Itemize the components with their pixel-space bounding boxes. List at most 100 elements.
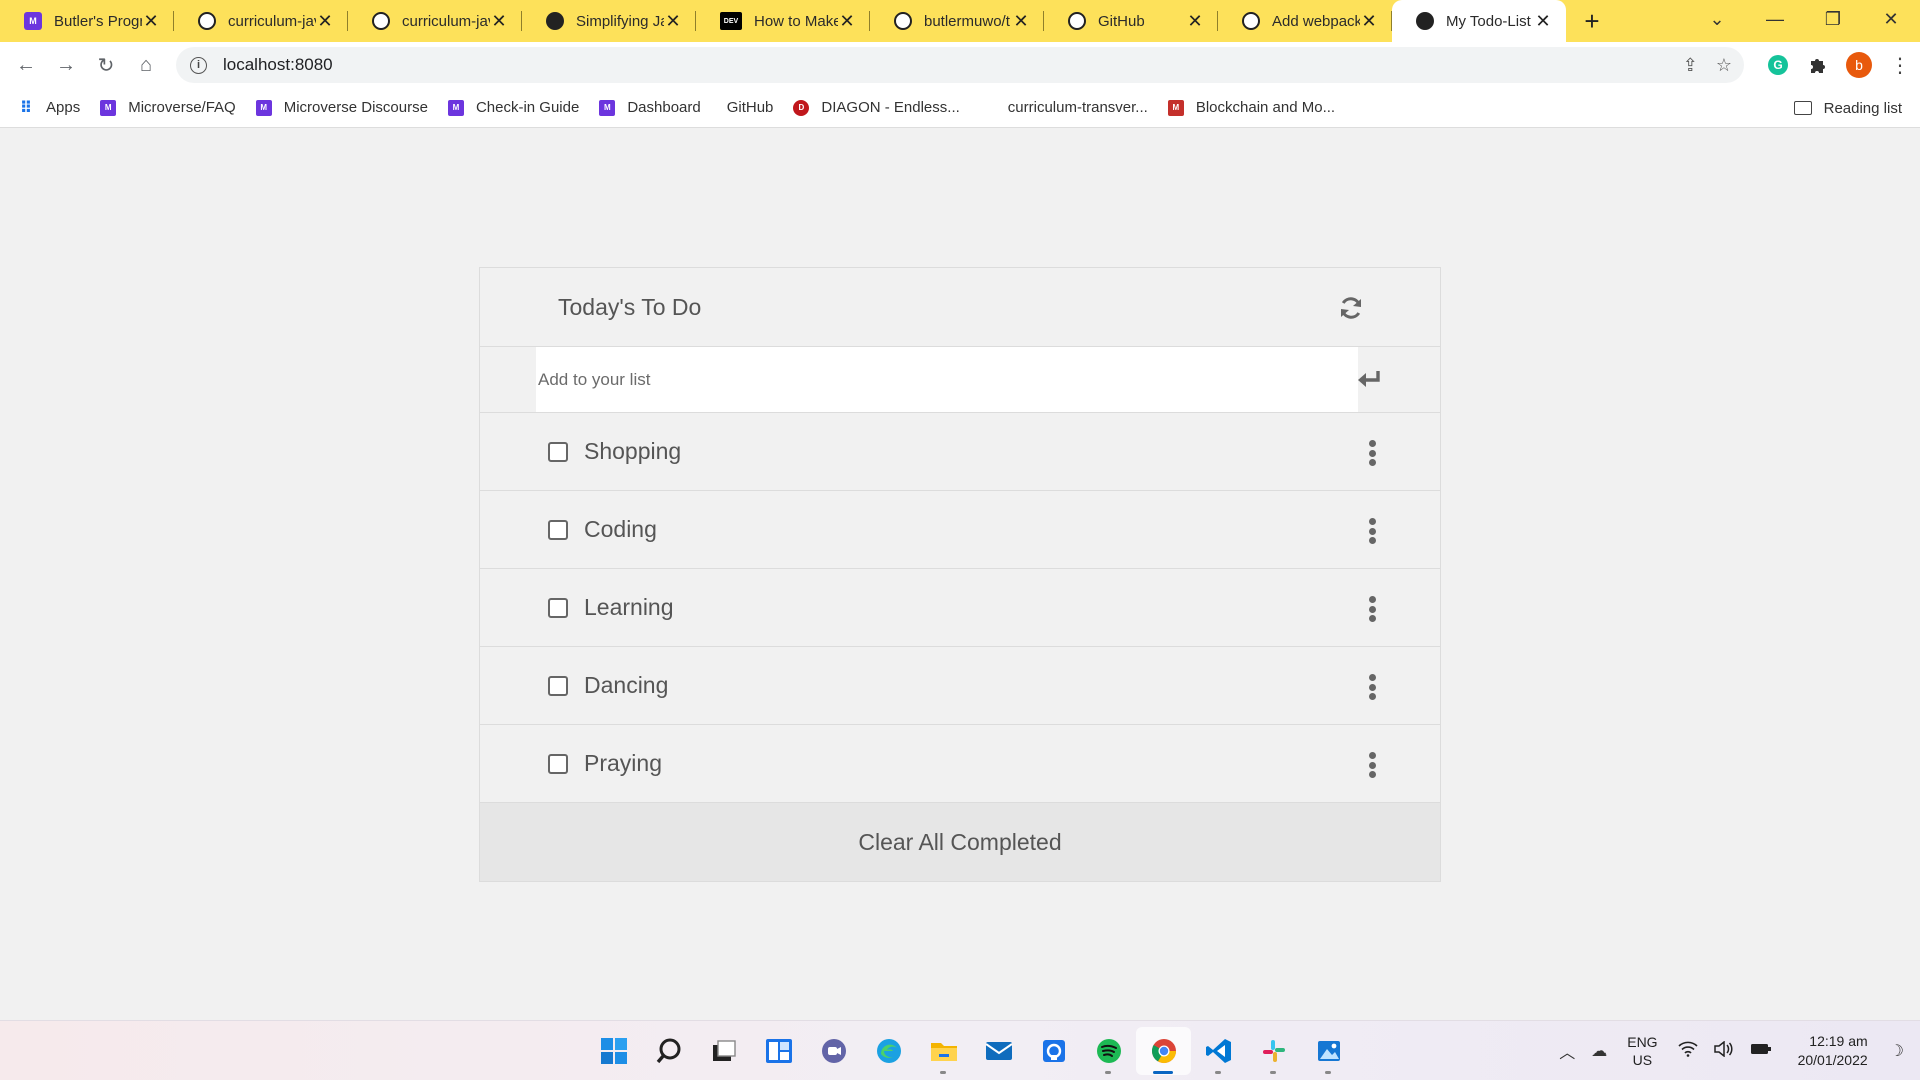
edge-icon[interactable] (861, 1027, 916, 1075)
reading-list-button[interactable]: Reading list (1793, 88, 1902, 128)
item-label[interactable]: Coding (584, 516, 657, 543)
restore-icon[interactable]: ❐ (1804, 0, 1862, 38)
widgets-icon[interactable] (751, 1027, 806, 1075)
spotify-icon[interactable] (1081, 1027, 1136, 1075)
todo-card: Today's To Do Shopping Coding (479, 267, 1441, 882)
todo-item[interactable]: Praying (480, 725, 1440, 803)
minimize-icon[interactable]: — (1746, 0, 1804, 38)
tab-butlers-progress[interactable]: M Butler's Progre ✕ (0, 0, 174, 42)
close-icon[interactable]: ✕ (490, 11, 508, 32)
close-icon[interactable]: ✕ (1360, 11, 1378, 32)
browser-menu-icon[interactable]: ⋮ (1880, 53, 1920, 78)
bookmark-blockchain[interactable]: M Blockchain and Mo... (1167, 99, 1335, 116)
todo-item[interactable]: Dancing (480, 647, 1440, 725)
volume-icon[interactable] (1713, 1039, 1734, 1062)
more-options-icon[interactable] (1368, 440, 1376, 466)
vscode-icon[interactable] (1191, 1027, 1246, 1075)
chrome-icon[interactable] (1136, 1027, 1191, 1075)
tab-curriculum-2[interactable]: curriculum-jav ✕ (348, 0, 522, 42)
item-checkbox[interactable] (548, 597, 568, 618)
item-checkbox[interactable] (548, 753, 568, 774)
item-label[interactable]: Praying (584, 750, 662, 777)
more-options-icon[interactable] (1368, 518, 1376, 544)
mail-icon[interactable] (971, 1027, 1026, 1075)
bookmarks-bar: ⠿ Apps M Microverse/FAQ M Microverse Dis… (0, 88, 1920, 128)
window-close-icon[interactable]: ✕ (1862, 0, 1920, 38)
site-info-icon[interactable]: i (190, 56, 207, 74)
add-item-row (480, 347, 1440, 413)
close-icon[interactable]: ✕ (1534, 11, 1552, 32)
extensions-puzzle-icon[interactable] (1798, 55, 1838, 75)
tab-butlermuwo[interactable]: butlermuwo/t ✕ (870, 0, 1044, 42)
clock[interactable]: 12:19 am 20/01/2022 (1798, 1032, 1868, 1070)
reading-list-label: Reading list (1823, 99, 1902, 117)
tab-my-todo-list[interactable]: My Todo-List ✕ (1392, 0, 1566, 42)
new-tab-button[interactable]: + (1572, 0, 1612, 42)
todo-item[interactable]: Learning (480, 569, 1440, 647)
todo-item[interactable]: Shopping (480, 413, 1440, 491)
item-label[interactable]: Shopping (584, 438, 681, 465)
task-view-icon[interactable] (696, 1027, 751, 1075)
close-icon[interactable]: ✕ (1012, 11, 1030, 32)
enter-icon[interactable] (1356, 367, 1382, 391)
github-icon (372, 12, 390, 30)
reload-icon[interactable]: ↻ (86, 47, 126, 83)
tab-github[interactable]: GitHub ✕ (1044, 0, 1218, 42)
photos-icon[interactable] (1301, 1027, 1356, 1075)
bookmark-curriculum-transversal[interactable]: curriculum-transver... (1008, 99, 1148, 116)
close-icon[interactable]: ✕ (838, 11, 856, 32)
more-options-icon[interactable] (1368, 674, 1376, 700)
slack-icon[interactable] (1246, 1027, 1301, 1075)
profile-avatar[interactable]: b (1846, 52, 1872, 78)
tab-simplifying[interactable]: Simplifying Ja ✕ (522, 0, 696, 42)
refresh-icon[interactable] (1338, 295, 1364, 321)
todo-item[interactable]: Coding (480, 491, 1440, 569)
more-options-icon[interactable] (1368, 596, 1376, 622)
bookmark-microverse-discourse[interactable]: M Microverse Discourse (255, 99, 428, 116)
bookmark-github[interactable]: GitHub (727, 99, 774, 116)
teams-chat-icon[interactable] (806, 1027, 861, 1075)
start-icon[interactable] (586, 1027, 641, 1075)
focus-assist-icon[interactable]: ☽ (1890, 1041, 1904, 1061)
tab-search-icon[interactable]: ⌄ (1688, 0, 1746, 38)
back-icon[interactable]: ← (6, 47, 46, 83)
url-text[interactable]: localhost:8080 (223, 55, 333, 75)
item-checkbox[interactable] (548, 519, 568, 540)
grammarly-icon[interactable]: G (1768, 55, 1788, 75)
close-icon[interactable]: ✕ (142, 11, 160, 32)
bookmark-apps[interactable]: ⠿ Apps (18, 99, 80, 117)
extensions-area: G b ⋮ (1758, 42, 1920, 88)
chevron-up-icon[interactable]: ︿ (1559, 1039, 1575, 1063)
tab-curriculum-1[interactable]: curriculum-jav ✕ (174, 0, 348, 42)
item-label[interactable]: Learning (584, 594, 674, 621)
tab-add-webpack[interactable]: Add webpack ✕ (1218, 0, 1392, 42)
home-icon[interactable]: ⌂ (126, 47, 166, 83)
search-icon[interactable] (641, 1027, 696, 1075)
language-line-1: ENG (1627, 1034, 1658, 1050)
item-checkbox[interactable] (548, 675, 568, 696)
close-icon[interactable]: ✕ (316, 11, 334, 32)
apps-grid-icon: ⠿ (19, 99, 33, 117)
address-bar[interactable]: i localhost:8080 ⇪ ☆ (176, 47, 1744, 83)
share-icon[interactable]: ⇪ (1683, 55, 1698, 76)
forward-icon[interactable]: → (46, 47, 86, 83)
bookmark-diagon[interactable]: D DIAGON - Endless... (793, 99, 960, 116)
close-icon[interactable]: ✕ (664, 11, 682, 32)
add-item-input[interactable] (536, 347, 1358, 412)
more-options-icon[interactable] (1368, 752, 1376, 778)
battery-icon[interactable] (1750, 1042, 1772, 1061)
bookmark-dashboard[interactable]: M Dashboard (599, 99, 701, 116)
language-indicator[interactable]: ENG US (1627, 1033, 1657, 1069)
tab-how-to-make[interactable]: DEV How to Make ✕ (696, 0, 870, 42)
bookmark-checkin-guide[interactable]: M Check-in Guide (447, 99, 579, 116)
item-checkbox[interactable] (548, 441, 568, 462)
bookmark-microverse-faq[interactable]: M Microverse/FAQ (100, 99, 236, 116)
bookmark-star-icon[interactable]: ☆ (1716, 55, 1732, 76)
onedrive-icon[interactable]: ☁ (1591, 1041, 1607, 1061)
close-icon[interactable]: ✕ (1186, 11, 1204, 32)
clear-completed-button[interactable]: Clear All Completed (480, 803, 1440, 881)
file-explorer-icon[interactable] (916, 1027, 971, 1075)
store-icon[interactable] (1026, 1027, 1081, 1075)
item-label[interactable]: Dancing (584, 672, 668, 699)
wifi-icon[interactable] (1678, 1041, 1698, 1062)
